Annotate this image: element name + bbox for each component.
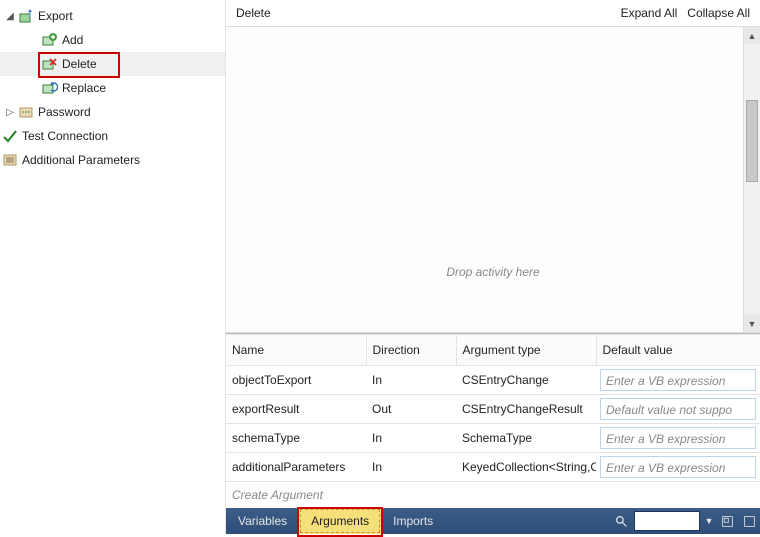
table-header-row: Name Direction Argument type Default val…	[226, 335, 760, 366]
table-row[interactable]: schemaType In SchemaType Enter a VB expr…	[226, 424, 760, 453]
tab-variables[interactable]: Variables	[226, 508, 299, 534]
scroll-thumb[interactable]	[746, 100, 758, 182]
designer-canvas[interactable]: Drop activity here ▲ ▼	[226, 26, 760, 333]
collapse-all-link[interactable]: Collapse All	[687, 6, 750, 20]
tree-item-testconnection[interactable]: Test Connection	[0, 124, 225, 148]
check-icon	[2, 128, 18, 144]
arg-direction[interactable]: Out	[366, 395, 456, 424]
arg-name[interactable]: exportResult	[226, 395, 366, 424]
zoom-input[interactable]	[634, 511, 700, 531]
zoom-dropdown-icon[interactable]: ▼	[702, 508, 716, 534]
arguments-table: Name Direction Argument type Default val…	[226, 334, 760, 508]
designer-title: Delete	[236, 6, 611, 20]
arg-type[interactable]: CSEntryChange	[456, 366, 596, 395]
tree-label: Add	[62, 33, 225, 47]
tree-label: Delete	[62, 57, 225, 71]
tree-item-delete[interactable]: Delete	[0, 52, 225, 76]
col-header-direction[interactable]: Direction	[366, 335, 456, 366]
scroll-down-icon[interactable]: ▼	[744, 315, 760, 332]
designer-pane: Delete Expand All Collapse All Drop acti…	[225, 0, 760, 534]
col-header-default[interactable]: Default value	[596, 335, 760, 366]
designer-header: Delete Expand All Collapse All	[226, 0, 760, 26]
arg-default[interactable]: Enter a VB expression	[596, 366, 760, 395]
table-row[interactable]: exportResult Out CSEntryChangeResult Def…	[226, 395, 760, 424]
activity-tree: ◢ Export Add Delete Replace ▷ Password	[0, 0, 225, 534]
tree-label: Export	[38, 9, 225, 23]
twisty-icon[interactable]: ◢	[4, 11, 16, 22]
tree-label: Test Connection	[22, 129, 225, 143]
replace-icon	[42, 80, 58, 96]
arg-direction[interactable]: In	[366, 366, 456, 395]
arg-type[interactable]: SchemaType	[456, 424, 596, 453]
table-row[interactable]: objectToExport In CSEntryChange Enter a …	[226, 366, 760, 395]
tree-item-export[interactable]: ◢ Export	[0, 4, 225, 28]
arguments-panel: Name Direction Argument type Default val…	[226, 333, 760, 508]
tree-item-add[interactable]: Add	[0, 28, 225, 52]
arg-direction[interactable]: In	[366, 453, 456, 482]
tab-imports[interactable]: Imports	[381, 508, 445, 534]
tree-item-additionalparams[interactable]: Additional Parameters	[0, 148, 225, 172]
scroll-up-icon[interactable]: ▲	[744, 27, 760, 44]
arg-direction[interactable]: In	[366, 424, 456, 453]
tree-label: Replace	[62, 81, 225, 95]
arg-name[interactable]: objectToExport	[226, 366, 366, 395]
params-icon	[2, 152, 18, 168]
export-icon	[18, 8, 34, 24]
arg-name[interactable]: schemaType	[226, 424, 366, 453]
password-icon	[18, 104, 34, 120]
drop-hint: Drop activity here	[226, 265, 760, 279]
tree-label: Password	[38, 105, 225, 119]
scroll-track[interactable]	[744, 44, 760, 315]
arg-type[interactable]: KeyedCollection<String,Con	[456, 453, 596, 482]
overview-icon[interactable]	[716, 508, 738, 534]
create-argument-row[interactable]: Create Argument	[226, 482, 760, 509]
arg-default[interactable]: Enter a VB expression	[596, 424, 760, 453]
table-row[interactable]: additionalParameters In KeyedCollection<…	[226, 453, 760, 482]
arg-default[interactable]: Default value not suppo	[596, 395, 760, 424]
delete-icon	[42, 56, 58, 72]
tree-label: Additional Parameters	[22, 153, 225, 167]
tree-item-password[interactable]: ▷ Password	[0, 100, 225, 124]
twisty-icon[interactable]: ▷	[4, 107, 16, 118]
col-header-type[interactable]: Argument type	[456, 335, 596, 366]
fit-to-screen-icon[interactable]	[738, 508, 760, 534]
create-argument-label[interactable]: Create Argument	[226, 482, 760, 509]
add-icon	[42, 32, 58, 48]
vertical-scrollbar[interactable]: ▲ ▼	[743, 27, 760, 332]
expand-all-link[interactable]: Expand All	[621, 6, 678, 20]
tree-item-replace[interactable]: Replace	[0, 76, 225, 100]
tab-arguments[interactable]: Arguments	[299, 508, 381, 534]
arg-name[interactable]: additionalParameters	[226, 453, 366, 482]
arg-default[interactable]: Enter a VB expression	[596, 453, 760, 482]
bottom-tab-bar: Variables Arguments Imports ▼	[226, 508, 760, 534]
col-header-name[interactable]: Name	[226, 335, 366, 366]
arg-type[interactable]: CSEntryChangeResult	[456, 395, 596, 424]
search-icon[interactable]	[610, 508, 632, 534]
